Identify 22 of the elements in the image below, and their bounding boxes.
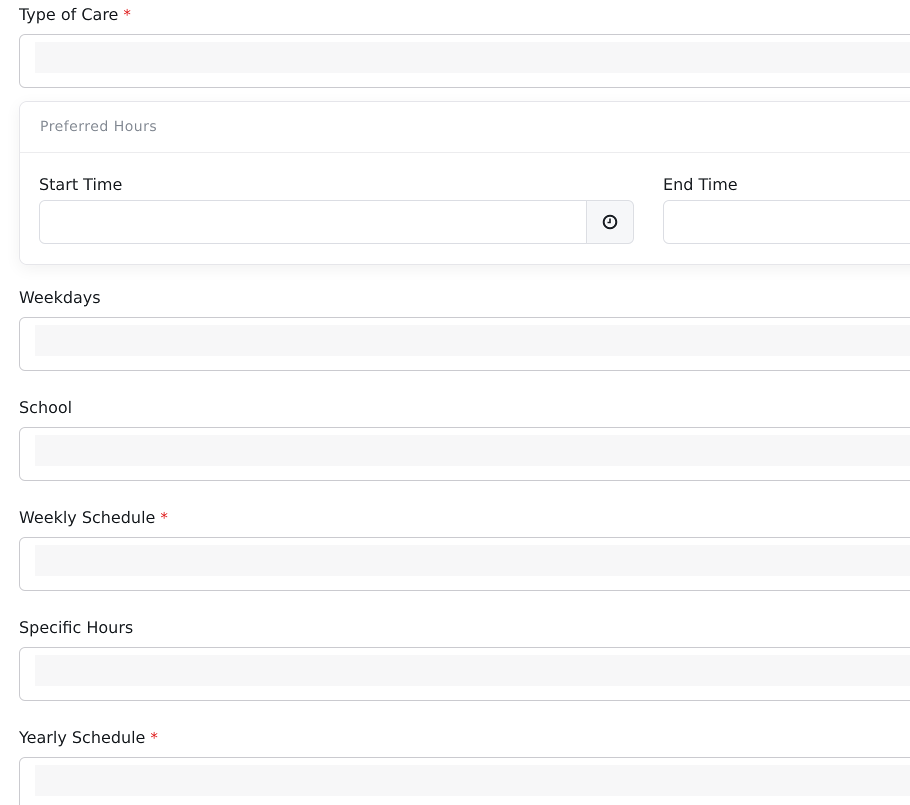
clock-button[interactable]: [587, 200, 634, 244]
clock-icon: [602, 214, 618, 230]
field-label: Yearly Schedule: [19, 728, 146, 747]
field-label: End Time: [663, 175, 739, 194]
time-input[interactable]: [39, 200, 587, 244]
card-title: Preferred Hours: [40, 119, 158, 135]
field-label: Specific Hours: [19, 618, 134, 637]
select-field[interactable]: [19, 34, 910, 88]
required-marker: *: [160, 509, 168, 527]
select-field[interactable]: [19, 647, 910, 701]
select-field[interactable]: [19, 537, 910, 591]
field-label: School: [19, 398, 72, 417]
field-label: Type of Care: [19, 5, 118, 24]
field-label: Start Time: [39, 175, 124, 194]
field-label: Weekly Schedule: [19, 508, 156, 527]
select-field[interactable]: [19, 427, 910, 481]
select-field[interactable]: [19, 317, 910, 371]
required-marker: *: [123, 6, 131, 24]
time-input[interactable]: [663, 200, 910, 244]
field-label: Weekdays: [19, 288, 101, 307]
required-marker: *: [150, 729, 158, 747]
select-field[interactable]: [19, 757, 910, 805]
